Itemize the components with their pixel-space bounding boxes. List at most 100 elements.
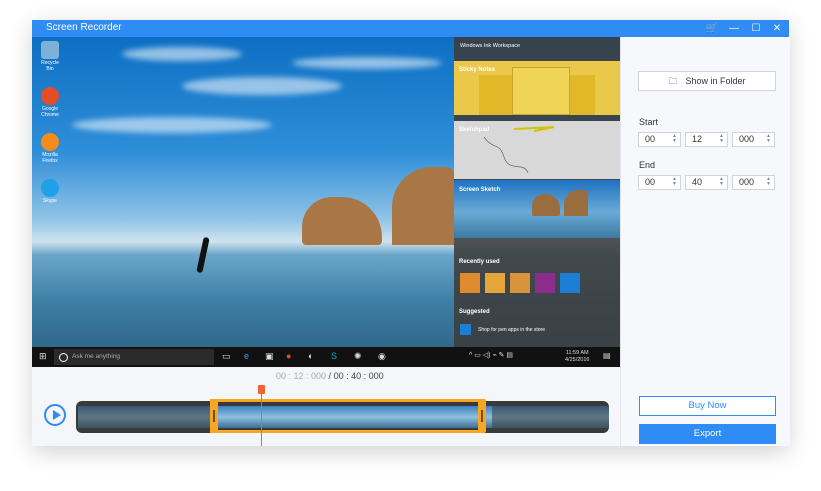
desktop-icon-label: Recycle Bin: [41, 60, 59, 72]
windows-start-icon[interactable]: ⊞: [39, 351, 47, 362]
sticky-notes-label: Sticky Notes: [459, 67, 496, 73]
ink-workspace-title: Windows Ink Workspace: [460, 43, 521, 49]
tips-taskbar-icon[interactable]: ✺: [354, 351, 362, 362]
windows-taskbar: ⊞ Ask me anything ▭ e ▣ ● ◐ S ✺ ◉ ^ ▭ ◁)…: [32, 347, 620, 367]
desktop-icon-label: Mozilla Firefox: [42, 152, 58, 164]
playhead-line[interactable]: [261, 392, 262, 446]
trim-selection[interactable]: [210, 399, 484, 433]
maximize-icon[interactable]: ☐: [748, 21, 764, 36]
desktop-icon-chrome[interactable]: Google Chrome: [38, 87, 62, 118]
search-placeholder: Ask me anything: [72, 353, 121, 360]
skype-icon: [41, 179, 59, 197]
spinner-arrows-icon[interactable]: ▲ ▼: [672, 177, 677, 187]
start-minutes-spinner[interactable]: 12 ▲ ▼: [685, 132, 728, 147]
edge-icon[interactable]: e: [244, 351, 249, 361]
onenote-app-icon[interactable]: [535, 273, 555, 293]
recently-used-label: Recently used: [459, 259, 500, 265]
start-label: Start: [639, 117, 659, 127]
spinner-arrows-icon[interactable]: ▲ ▼: [766, 177, 771, 187]
timeline-frame: [124, 406, 170, 428]
maps-app-icon[interactable]: [460, 273, 480, 293]
desktop-icon-recycle-bin[interactable]: Recycle Bin: [38, 41, 62, 72]
chrome-icon: [41, 87, 59, 105]
total-time: 00 : 40 : 000: [333, 371, 384, 381]
cloud: [182, 77, 342, 95]
start-millis-spinner[interactable]: 000 ▲ ▼: [732, 132, 775, 147]
store-taskbar-icon[interactable]: ▣: [265, 351, 274, 362]
timeline-frame: [78, 406, 124, 428]
clock-time: 11:59 AM: [565, 350, 589, 356]
video-preview[interactable]: Recycle Bin Google Chrome Mozilla Firefo…: [32, 37, 620, 367]
firefox-icon: [41, 133, 59, 151]
cortana-search[interactable]: Ask me anything: [54, 349, 214, 365]
cloud: [122, 47, 242, 61]
start-millis-value: 000: [739, 134, 755, 144]
cloud: [72, 117, 272, 133]
timeline-frame: [538, 406, 584, 428]
start-hours-value: 00: [645, 134, 656, 144]
spinner-arrows-icon[interactable]: ▲ ▼: [672, 134, 677, 144]
app-taskbar-icon[interactable]: ◐: [308, 351, 313, 361]
cart-icon[interactable]: 🛒: [704, 21, 720, 36]
edge-app-icon[interactable]: [560, 273, 580, 293]
cloud: [292, 57, 442, 69]
folder-icon: 🗀: [668, 76, 678, 86]
app-title: Screen Recorder: [46, 22, 122, 33]
start-minutes-value: 12: [692, 134, 703, 144]
rock-formation: [532, 194, 560, 216]
end-millis-spinner[interactable]: 000 ▲ ▼: [732, 175, 775, 190]
runner-figure: [196, 236, 210, 274]
play-button[interactable]: [44, 404, 66, 426]
export-settings-panel: 🗀 Show in Folder Start 00 ▲ ▼ 12 ▲ ▼ 000 ▲ ▼…: [620, 37, 790, 446]
screen-sketch-label: Screen Sketch: [459, 187, 501, 193]
current-time: 00 : 12 : 000: [276, 371, 327, 381]
close-icon[interactable]: ✕: [769, 21, 785, 36]
start-hours-spinner[interactable]: 00 ▲ ▼: [638, 132, 681, 147]
maps-taskbar-icon[interactable]: ◉: [378, 351, 386, 362]
rock-formation: [392, 167, 454, 245]
minimize-icon[interactable]: —: [726, 21, 742, 36]
spinner-arrows-icon[interactable]: ▲ ▼: [719, 177, 724, 187]
desktop-icon-firefox[interactable]: Mozilla Firefox: [38, 133, 62, 164]
skype-taskbar-icon[interactable]: S: [331, 351, 337, 361]
tray-icons[interactable]: ^ ▭ ◁) ⌁ ✎ ▤: [469, 351, 513, 359]
show-in-folder-label: Show in Folder: [685, 76, 746, 86]
notifications-icon[interactable]: ▤: [603, 351, 611, 360]
app-window: Screen Recorder 🛒 — ☐ ✕ Recycle Bin Goog…: [32, 20, 790, 446]
trim-end-handle[interactable]: [478, 399, 486, 433]
sticky-note: [512, 67, 570, 115]
show-in-folder-button[interactable]: 🗀 Show in Folder: [638, 71, 776, 91]
buy-now-button[interactable]: Buy Now: [639, 396, 776, 416]
suggested-item[interactable]: Shop for pen apps in the store: [478, 327, 545, 333]
time-separator: /: [326, 371, 334, 381]
suggested-label: Suggested: [459, 309, 490, 315]
export-button[interactable]: Export: [639, 424, 776, 444]
clock-date: 4/25/2016: [565, 357, 590, 363]
tips-app-icon[interactable]: [485, 273, 505, 293]
timeline-frame: [584, 406, 609, 428]
rock-formation: [564, 190, 588, 216]
spinner-arrows-icon[interactable]: ▲ ▼: [719, 134, 724, 144]
spinner-arrows-icon[interactable]: ▲ ▼: [766, 134, 771, 144]
end-minutes-spinner[interactable]: 40 ▲ ▼: [685, 175, 728, 190]
ink-workspace-panel: Windows Ink Workspace Sticky Notes Sketc…: [454, 37, 620, 347]
sketchpad-label: Sketchpad: [459, 127, 490, 133]
timeline-frame: [492, 406, 538, 428]
desktop-icon-label: Google Chrome: [41, 106, 59, 118]
photos-app-icon[interactable]: [510, 273, 530, 293]
end-hours-value: 00: [645, 177, 656, 187]
recycle-bin-icon: [41, 41, 59, 59]
store-icon: [460, 324, 471, 335]
end-label: End: [639, 160, 656, 170]
task-view-icon[interactable]: ▭: [222, 351, 231, 362]
trim-start-handle[interactable]: [210, 399, 218, 433]
end-hours-spinner[interactable]: 00 ▲ ▼: [638, 175, 681, 190]
end-minutes-value: 40: [692, 177, 703, 187]
chrome-taskbar-icon[interactable]: ●: [286, 351, 291, 361]
taskbar-clock[interactable]: 11:59 AM 4/25/2016: [565, 350, 589, 364]
desktop-icon-skype[interactable]: Skype: [38, 179, 62, 204]
rock-formation: [302, 197, 382, 245]
time-readout: 00 : 12 : 000 / 00 : 40 : 000: [276, 371, 384, 381]
title-bar: Screen Recorder 🛒 — ☐ ✕: [32, 20, 789, 37]
desktop-icon-label: Skype: [43, 198, 57, 204]
